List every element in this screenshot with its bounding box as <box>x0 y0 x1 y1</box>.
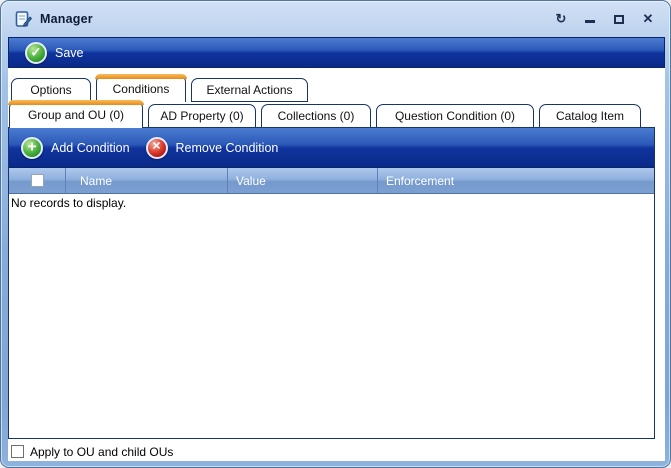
conditions-actions-toolbar: + Add Condition ✕ Remove Condition <box>9 128 654 168</box>
tab-collections[interactable]: Collections (0) <box>261 104 371 128</box>
plus-circle-icon: + <box>21 137 43 159</box>
window-controls: ↻ ✕ <box>553 11 656 27</box>
tab-ad-property[interactable]: AD Property (0) <box>148 104 256 128</box>
tab-catalog-item[interactable]: Catalog Item <box>539 104 641 128</box>
tab-conditions[interactable]: Conditions <box>96 75 186 102</box>
tab-ad-property-label: AD Property (0) <box>160 109 243 123</box>
title-bar[interactable]: Manager ↻ ✕ <box>1 1 670 37</box>
tab-question-condition[interactable]: Question Condition (0) <box>376 104 534 128</box>
manager-window-icon <box>15 11 32 28</box>
column-header-name[interactable]: Name <box>65 168 227 193</box>
apply-to-ou-label: Apply to OU and child OUs <box>30 445 173 459</box>
x-circle-icon: ✕ <box>146 137 168 159</box>
column-header-value[interactable]: Value <box>227 168 377 193</box>
grid-header-row: Name Value Enforcement <box>9 168 654 194</box>
conditions-grid-panel: + Add Condition ✕ Remove Condition Name … <box>8 127 655 439</box>
save-toolbar: ✓ Save <box>8 37 665 68</box>
tab-external-actions[interactable]: External Actions <box>191 78 308 102</box>
minimize-button[interactable] <box>582 11 598 27</box>
grid-header-checkbox-cell <box>9 168 65 193</box>
minimize-icon <box>585 20 595 23</box>
close-button[interactable]: ✕ <box>640 11 656 27</box>
maximize-icon <box>614 15 624 24</box>
tab-conditions-label: Conditions <box>113 82 170 96</box>
window-content: ✓ Save Options Conditions External Actio… <box>8 37 665 461</box>
manager-window: Manager ↻ ✕ ✓ Save Options Conditions <box>0 0 671 468</box>
window-title: Manager <box>40 12 93 26</box>
primary-tab-strip: Options Conditions External Actions <box>11 75 308 102</box>
tab-group-and-ou-label: Group and OU (0) <box>28 108 124 122</box>
tab-question-condition-label: Question Condition (0) <box>395 109 515 123</box>
save-button[interactable]: ✓ Save <box>25 42 84 64</box>
apply-to-ou-checkbox[interactable] <box>11 445 24 458</box>
column-header-enforcement[interactable]: Enforcement <box>377 168 654 193</box>
select-all-checkbox[interactable] <box>31 174 44 187</box>
footer-row: Apply to OU and child OUs <box>11 442 661 461</box>
secondary-tab-strip: Group and OU (0) AD Property (0) Collect… <box>9 101 641 128</box>
tab-collections-label: Collections (0) <box>278 109 355 123</box>
maximize-button[interactable] <box>611 11 627 27</box>
tab-group-and-ou[interactable]: Group and OU (0) <box>9 101 143 128</box>
remove-condition-label: Remove Condition <box>176 141 279 155</box>
empty-grid-message: No records to display. <box>11 196 126 210</box>
remove-condition-button[interactable]: ✕ Remove Condition <box>146 137 279 159</box>
tab-options-label: Options <box>30 83 71 97</box>
tab-external-actions-label: External Actions <box>206 83 292 97</box>
add-condition-button[interactable]: + Add Condition <box>21 137 130 159</box>
tab-options[interactable]: Options <box>11 78 91 102</box>
sync-icon[interactable]: ↻ <box>553 11 569 27</box>
save-button-label: Save <box>55 46 84 60</box>
grid-body: No records to display. <box>9 194 654 438</box>
save-check-icon: ✓ <box>25 42 47 64</box>
add-condition-label: Add Condition <box>51 141 130 155</box>
tab-catalog-item-label: Catalog Item <box>556 109 624 123</box>
